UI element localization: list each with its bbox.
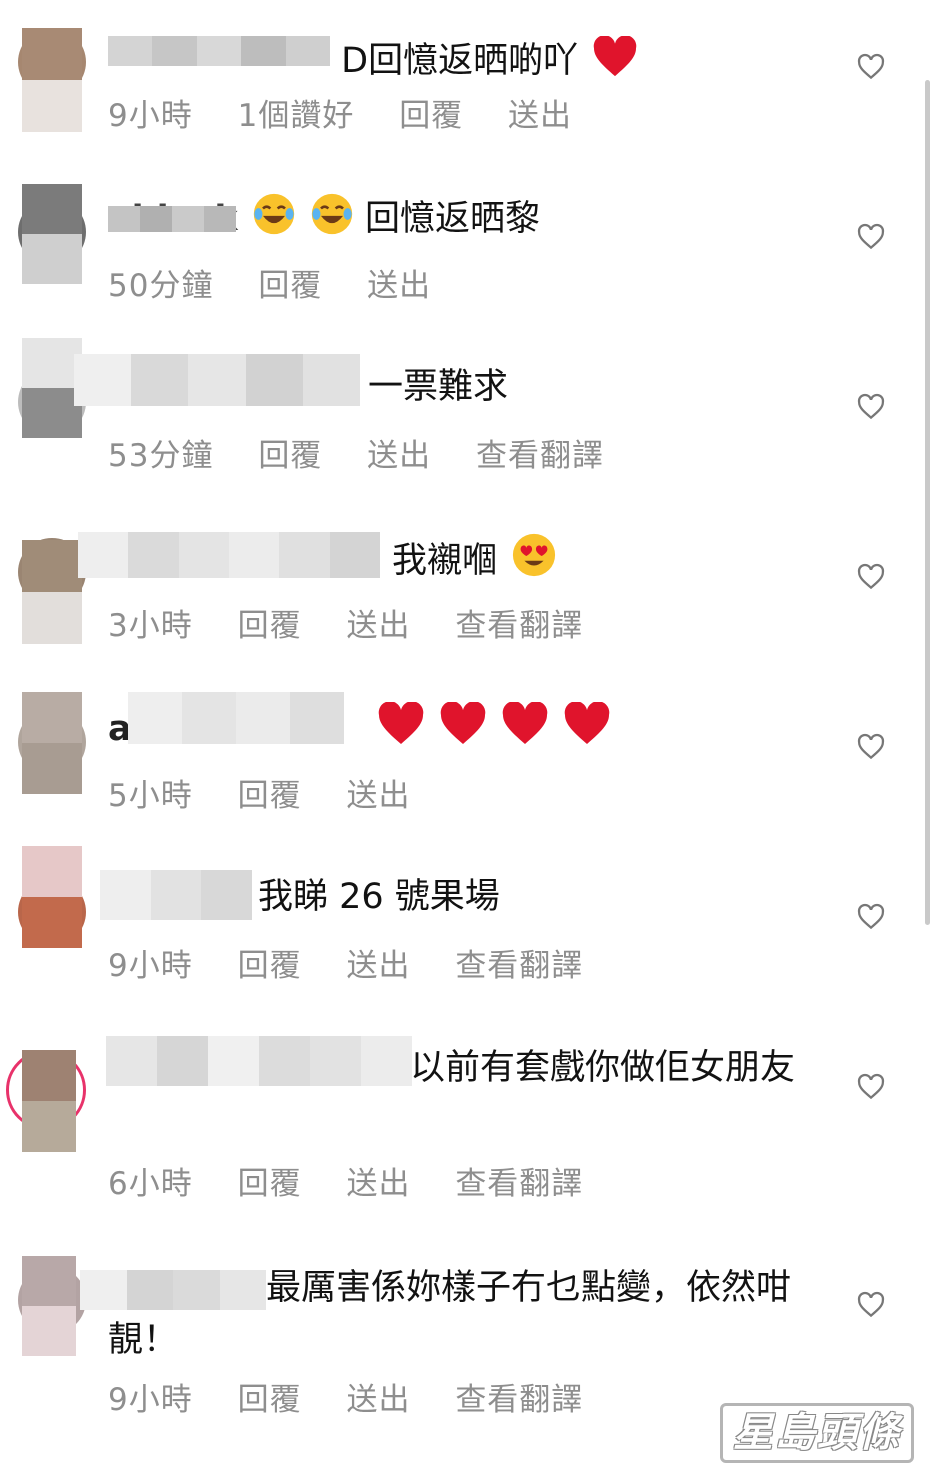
comment-meta: 9小時 1個讚好 回覆 送出 (108, 90, 606, 135)
comment-meta: 3小時 回覆 送出 查看翻譯 (108, 600, 617, 645)
comment-meta: 9小時 回覆 送出 查看翻譯 (108, 940, 617, 985)
send-button[interactable]: 送出 (346, 948, 410, 984)
translate-button[interactable]: 查看翻譯 (455, 948, 583, 984)
username-blur (106, 1036, 412, 1086)
translate-button[interactable]: 查看翻譯 (455, 1382, 583, 1418)
translate-button[interactable]: 查看翻譯 (455, 1166, 583, 1202)
laughing-crying-icon (311, 193, 353, 235)
red-heart-icon (378, 702, 424, 744)
reply-button[interactable]: 回覆 (238, 1166, 302, 1202)
red-heart-icon (593, 36, 637, 77)
comment-item: 我睇 26 號果場 9小時 回覆 送出 查看翻譯 (0, 846, 935, 1020)
red-heart-icon (565, 702, 610, 744)
send-button[interactable]: 送出 (367, 438, 431, 474)
timestamp: 6小時 (108, 1166, 193, 1202)
timestamp: 50分鐘 (108, 268, 214, 304)
comment-item: alduck 回憶返晒黎 50分鐘 回覆 送出 (0, 170, 935, 340)
reply-button[interactable]: 回覆 (399, 98, 463, 134)
reply-button[interactable]: 回覆 (258, 268, 322, 304)
username-blur (100, 870, 252, 920)
like-heart-icon[interactable] (856, 732, 886, 762)
comment-text: 一票難求 (368, 367, 509, 407)
comment-meta: 53分鐘 回覆 送出 查看翻譯 (108, 430, 638, 475)
comment-text: 以前有套戲你做佢女朋友 (410, 1048, 796, 1088)
comment-line: papayyeong D回憶返晒啲吖 (108, 22, 825, 86)
comment-line: 我襯嗰 (392, 532, 825, 586)
comment-line: 我睇 26 號果場 (258, 872, 825, 922)
username-blur (128, 692, 344, 744)
comment-meta: 6小時 回覆 送出 查看翻譯 (108, 1158, 617, 1203)
reply-button[interactable]: 回覆 (238, 778, 302, 814)
comment-item: 我襯嗰 3小時 回覆 送出 查看翻譯 (0, 510, 935, 680)
like-heart-icon[interactable] (856, 222, 886, 252)
reply-button[interactable]: 回覆 (238, 948, 302, 984)
like-heart-icon[interactable] (856, 902, 886, 932)
laughing-crying-icon (253, 193, 294, 235)
send-button[interactable]: 送出 (346, 608, 410, 644)
avatar-blur (22, 338, 82, 438)
timestamp: 5小時 (108, 778, 193, 814)
watermark-logo: 星島頭條 (720, 1403, 914, 1463)
comment-line: alduck 回憶返晒黎 (108, 192, 825, 244)
avatar-blur (22, 28, 82, 132)
likes-count[interactable]: 1個讚好 (238, 98, 355, 134)
send-button[interactable]: 送出 (346, 1166, 410, 1202)
comment-text: D回憶返晒啲吖 (341, 41, 579, 81)
avatar-blur (22, 692, 82, 794)
comment-item: papayyeong D回憶返晒啲吖 9小時 1個讚好 回覆 送出 (0, 0, 935, 170)
timestamp: 9小時 (108, 1382, 193, 1418)
comment-meta: 5小時 回覆 送出 (108, 770, 444, 815)
comment-meta: 50分鐘 回覆 送出 (108, 260, 465, 305)
avatar-blur (22, 184, 82, 284)
translate-button[interactable]: 查看翻譯 (455, 608, 583, 644)
username-blur (108, 206, 236, 232)
username-blur (74, 354, 360, 406)
timestamp: 9小時 (108, 98, 193, 134)
translate-button[interactable]: 查看翻譯 (476, 438, 604, 474)
comment-text: 回憶返晒黎 (365, 199, 541, 239)
username-blur (78, 532, 380, 578)
like-heart-icon[interactable] (856, 1072, 886, 1102)
like-heart-icon[interactable] (856, 392, 886, 422)
comment-item: 以前有套戲你做佢女朋友 6小時 回覆 送出 查看翻譯 (0, 1020, 935, 1220)
avatar-blur (22, 540, 82, 644)
username-blur (108, 36, 330, 66)
comment-line: 一票難求 (368, 362, 825, 412)
comment-text: 我睇 26 號果場 (258, 877, 500, 917)
like-heart-icon[interactable] (856, 1290, 886, 1320)
send-button[interactable]: 送出 (346, 778, 410, 814)
scrollbar[interactable] (925, 80, 930, 925)
comment-text: 我襯嗰 (392, 541, 498, 581)
timestamp: 3小時 (108, 608, 193, 644)
red-heart-icon (502, 702, 548, 744)
timestamp: 9小時 (108, 948, 193, 984)
avatar-blur (22, 846, 82, 948)
send-button[interactable]: 送出 (367, 268, 431, 304)
reply-button[interactable]: 回覆 (238, 1382, 302, 1418)
red-heart-icon (440, 702, 486, 744)
avatar-blur (22, 1256, 76, 1356)
reply-button[interactable]: 回覆 (238, 608, 302, 644)
avatar-blur (22, 1050, 76, 1152)
like-heart-icon[interactable] (856, 52, 886, 82)
like-heart-icon[interactable] (856, 562, 886, 592)
send-button[interactable]: 送出 (508, 98, 572, 134)
send-button[interactable]: 送出 (346, 1382, 410, 1418)
timestamp: 53分鐘 (108, 438, 214, 474)
comment-item: a 5小時 回覆 送出 (0, 680, 935, 850)
comment-item: 一票難求 53分鐘 回覆 送出 查看翻譯 (0, 338, 935, 510)
reply-button[interactable]: 回覆 (258, 438, 322, 474)
username-blur (80, 1270, 266, 1310)
heart-eyes-icon (513, 533, 556, 577)
comment-meta: 9小時 回覆 送出 查看翻譯 (108, 1374, 617, 1419)
